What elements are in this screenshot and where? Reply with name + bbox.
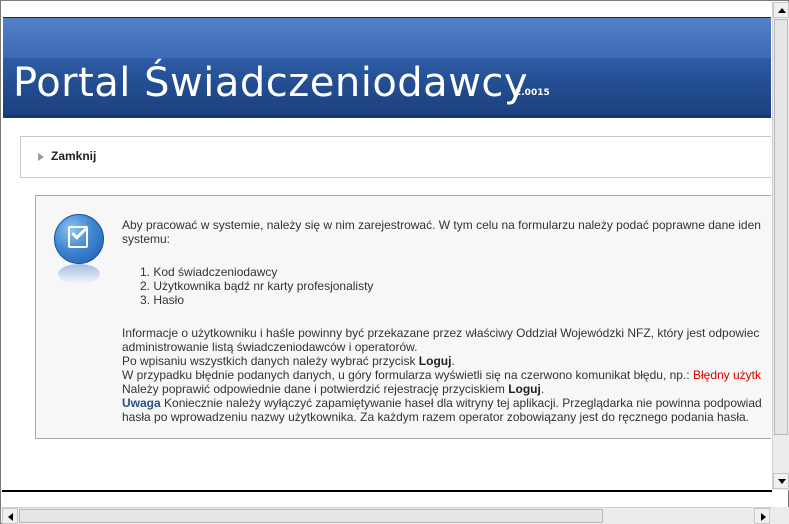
warning-text: Koniecznie należy wyłączyć zapamiętywani…	[160, 396, 762, 410]
page-title: Portal Świadczeniodawcy	[13, 60, 529, 106]
vertical-scroll-thumb[interactable]	[774, 19, 788, 435]
fix-instruction-end: .	[540, 382, 545, 396]
browser-window: Portal Świadczeniodawcy 2.0015 Zamknij A…	[0, 0, 789, 524]
header-highlight	[3, 18, 771, 58]
error-instruction-text: W przypadku błędnie podanych danych, u g…	[122, 368, 693, 382]
icon-reflection	[58, 264, 100, 284]
version-label: 2.0015	[515, 88, 550, 98]
bottom-divider	[2, 490, 772, 492]
checklist-icon	[54, 214, 106, 286]
list-item: 3. Hasło	[140, 293, 185, 307]
error-example: Błędny użytk	[692, 368, 762, 382]
info-panel: Aby pracować w systemie, należy się w ni…	[35, 195, 771, 439]
fix-instruction-text: Należy poprawić odpowiednie dane i potwi…	[122, 382, 509, 396]
login-bold: Loguj	[418, 354, 452, 368]
triangle-right-icon[interactable]	[38, 153, 44, 161]
arrow-left-icon	[8, 513, 13, 521]
list-item: 2. Użytkownika bądź nr karty profesjonal…	[140, 279, 374, 293]
intro-line-1: Aby pracować w systemie, należy się w ni…	[122, 218, 761, 232]
error-instruction: W przypadku błędnie podanych danych, u g…	[122, 368, 761, 382]
para-line-2: administrowanie listą świadczeniodawców …	[122, 340, 418, 354]
horizontal-scrollbar[interactable]	[2, 507, 772, 524]
login-instruction-text: Po wpisaniu wszystkich danych należy wyb…	[122, 354, 419, 368]
scroll-up-button[interactable]	[773, 2, 789, 18]
main-content: Zamknij Aby pracować w systemie, należy …	[3, 118, 771, 488]
close-link[interactable]: Zamknij	[51, 149, 96, 163]
para-line-1: Informacje o użytkowniku i haśle powinny…	[122, 326, 760, 340]
scroll-down-button[interactable]	[773, 473, 789, 489]
warning-line-2: hasła po wprowadzeniu nazwy użytkownika.…	[122, 410, 750, 424]
intro-line-2: systemu:	[122, 232, 171, 246]
warning-line-1: Uwaga Koniecznie należy wyłączyć zapamię…	[122, 396, 762, 410]
vertical-scrollbar[interactable]	[772, 2, 789, 490]
scrollbar-corner	[772, 507, 789, 524]
login-instruction: Po wpisaniu wszystkich danych należy wyb…	[122, 354, 455, 368]
arrow-up-icon	[778, 8, 786, 13]
scroll-right-button[interactable]	[754, 508, 770, 524]
close-section[interactable]: Zamknij	[20, 136, 771, 178]
list-item: 1. Kod świadczeniodawcy	[140, 265, 278, 279]
fix-instruction: Należy poprawić odpowiednie dane i potwi…	[122, 382, 544, 396]
scroll-left-button[interactable]	[2, 508, 18, 524]
fix-bold: Loguj	[508, 382, 541, 396]
arrow-right-icon	[761, 513, 766, 521]
arrow-down-icon	[778, 479, 786, 484]
warning-label: Uwaga	[122, 396, 161, 410]
horizontal-scroll-thumb[interactable]	[19, 509, 603, 523]
portal-header: Portal Świadczeniodawcy 2.0015	[3, 18, 771, 118]
login-instruction-end: .	[451, 354, 455, 368]
